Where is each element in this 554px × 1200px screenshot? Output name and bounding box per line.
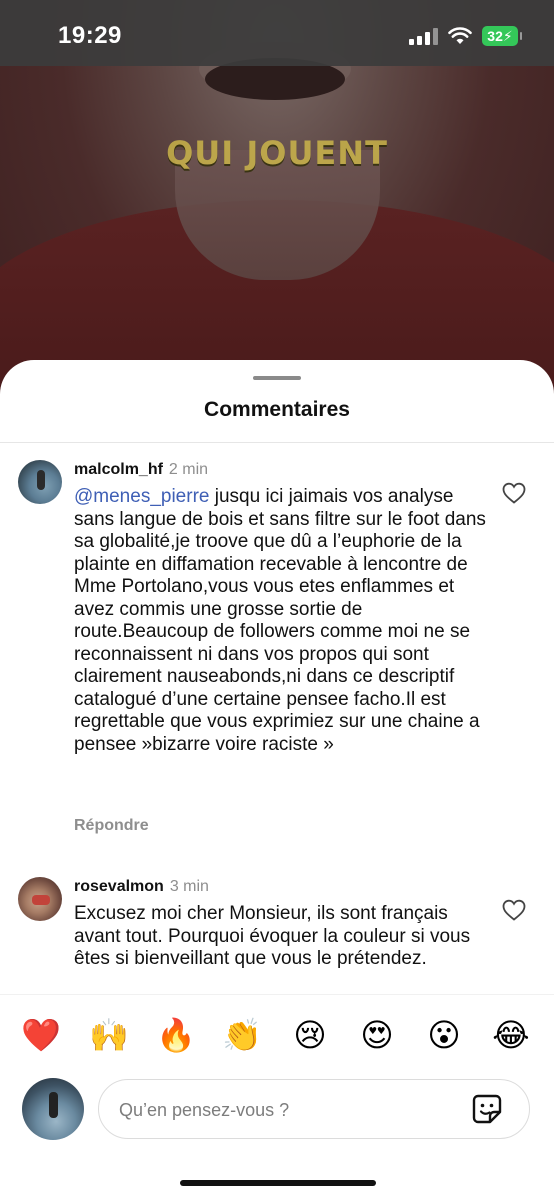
heart-icon[interactable] — [502, 899, 526, 921]
emoji-reaction-bar: ❤️ 🙌 🔥 👏 😢 😍 😮 😂 — [0, 994, 554, 1077]
sheet-grabber[interactable] — [253, 376, 301, 380]
comment-time: 2 min — [168, 461, 209, 478]
status-bar: 19:29 32 ⚡ — [0, 0, 554, 66]
heart-eyes-emoji[interactable]: 😍 — [357, 1015, 397, 1055]
comment-username[interactable]: rosevalmon — [74, 878, 164, 895]
comment-text: Excusez moi cher Monsieur, ils sont fran… — [74, 903, 494, 971]
comment-username[interactable]: malcolm_hf — [74, 461, 163, 478]
current-user-avatar — [22, 1078, 84, 1140]
battery-level: 32 — [487, 28, 503, 44]
wifi-icon — [448, 27, 472, 44]
comment-header: malcolm_hf 2 min — [74, 461, 208, 479]
reply-button[interactable]: Répondre — [74, 817, 149, 835]
divider — [0, 442, 554, 443]
clapping-hands-emoji[interactable]: 👏 — [222, 1015, 262, 1055]
sheet-title: Commentaires — [204, 398, 350, 421]
status-icons: 32 ⚡ — [409, 26, 522, 46]
avatar[interactable] — [18, 460, 62, 504]
home-indicator[interactable] — [180, 1180, 376, 1186]
avatar[interactable] — [18, 877, 62, 921]
surprised-face-emoji[interactable]: 😮 — [424, 1015, 464, 1055]
laughing-tears-emoji[interactable]: 😂 — [491, 1015, 531, 1055]
crying-face-emoji[interactable]: 😢 — [290, 1015, 330, 1055]
battery-icon: 32 ⚡ — [482, 26, 522, 46]
comment-text: @menes_pierre jusqu ici jaimais vos anal… — [74, 486, 494, 756]
comment-body: jusqu ici jaimais vos analyse sans langu… — [74, 486, 486, 755]
cellular-signal-icon — [409, 27, 438, 45]
mention-link[interactable]: @menes_pierre — [74, 486, 209, 507]
sticker-icon[interactable] — [471, 1093, 503, 1125]
comment-time: 3 min — [169, 878, 209, 895]
status-time: 19:29 — [58, 22, 122, 49]
comment-body: Excusez moi cher Monsieur, ils sont fran… — [74, 903, 471, 969]
heart-icon[interactable] — [502, 482, 526, 504]
red-heart-emoji[interactable]: ❤️ — [21, 1015, 61, 1055]
comment-input[interactable] — [117, 1080, 451, 1140]
raising-hands-emoji[interactable]: 🙌 — [89, 1015, 129, 1055]
video-caption: QUI JOUENT — [166, 134, 388, 172]
comment-input-box[interactable] — [98, 1079, 530, 1140]
fire-emoji[interactable]: 🔥 — [156, 1015, 196, 1055]
comment-header: rosevalmon 3 min — [74, 878, 209, 896]
